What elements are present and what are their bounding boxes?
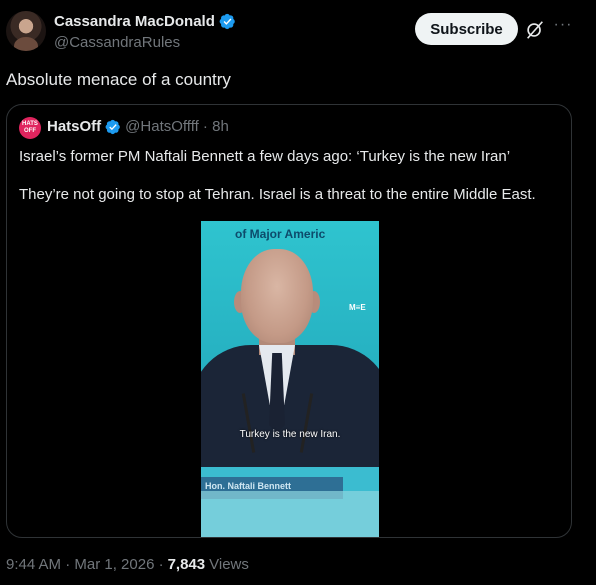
- more-options-icon[interactable]: ···: [552, 17, 574, 39]
- middle-east-eye-logo: M≡E: [349, 303, 366, 312]
- subscribe-button[interactable]: Subscribe: [415, 13, 518, 45]
- grok-icon[interactable]: [524, 19, 546, 41]
- podium-base: [201, 491, 379, 537]
- video-player[interactable]: of Major Americ M≡E Turkey is the new Ir…: [201, 221, 379, 537]
- author-name-row: Cassandra MacDonald: [54, 13, 236, 30]
- quoted-tweet[interactable]: HATS OFF HatsOff @HatsOffff · 8h Israel’…: [6, 104, 572, 538]
- quoted-text-line2: They’re not going to stop at Tehran. Isr…: [19, 186, 536, 203]
- quoted-avatar[interactable]: HATS OFF: [19, 117, 41, 139]
- quoted-header: HatsOff @HatsOffff · 8h: [47, 118, 229, 135]
- tweet-header: Cassandra MacDonald @CassandraRules Subs…: [0, 0, 596, 62]
- podium-sign-text: Hon. Naftali Bennett: [205, 481, 292, 491]
- author-handle[interactable]: @CassandraRules: [54, 34, 180, 51]
- timestamp[interactable]: 9:44 AM · Mar 1, 2026 ·: [6, 556, 164, 573]
- verified-badge-icon: [219, 13, 235, 30]
- quoted-handle-time: @HatsOffff · 8h: [125, 118, 229, 135]
- author-name[interactable]: Cassandra MacDonald: [54, 13, 215, 30]
- views-count: 7,843: [167, 556, 206, 573]
- views-label: Views: [209, 556, 249, 573]
- verified-badge-icon: [105, 119, 121, 134]
- quoted-text-line1: Israel’s former PM Naftali Bennett a few…: [19, 148, 511, 165]
- video-banner-text: of Major Americ: [235, 227, 326, 241]
- tweet-footer: 9:44 AM · Mar 1, 2026 · 7,843 Views: [6, 556, 249, 573]
- speaker-head: [241, 249, 313, 343]
- author-avatar[interactable]: [6, 11, 46, 51]
- quoted-author-name[interactable]: HatsOff: [47, 118, 101, 135]
- tweet-text: Absolute menace of a country: [6, 70, 231, 89]
- video-caption: Turkey is the new Iran.: [239, 429, 341, 440]
